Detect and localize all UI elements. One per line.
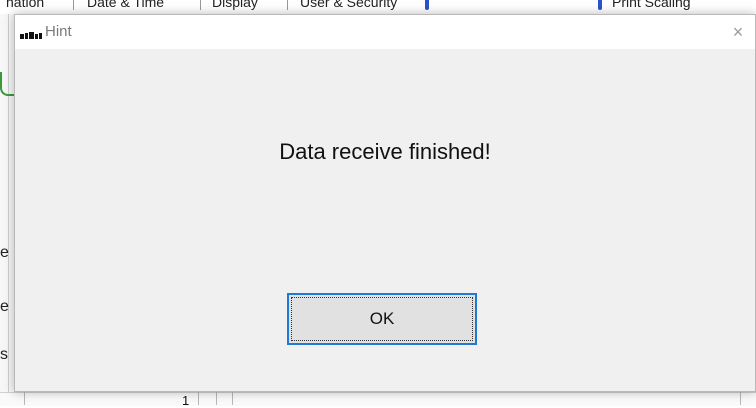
close-button[interactable]: × [721,15,755,49]
dialog-title: Hint [45,23,72,40]
ok-button-label: OK [369,309,395,328]
dialog-titlebar[interactable]: Hint × [15,15,755,49]
background-label-fragment: e [0,244,9,261]
close-icon: × [732,22,744,42]
background-chart-stroke [0,72,14,96]
background-tab[interactable]: Print Scaling [612,0,691,10]
accent-marker [425,0,429,10]
accent-marker [598,0,602,10]
app-logo-icon [20,27,42,39]
table-cell-border [740,392,741,405]
tab-separator [287,0,288,10]
dialog-message: Data receive finished! [279,139,491,164]
table-cell-border [216,392,217,405]
table-cell-border [232,392,233,405]
background-label-fragment: s [0,346,8,363]
table-cell-border [24,392,25,405]
background-label-fragment: e [0,298,9,315]
background-tab[interactable]: Display [212,0,258,10]
table-cell-border [198,392,199,405]
table-cell-value: 1 [182,393,190,408]
ok-button[interactable]: OK [287,293,477,345]
tab-separator [73,0,74,10]
background-tab-strip: nation Date & Time Display User & Securi… [0,0,756,14]
background-tab[interactable]: User & Security [300,0,397,10]
background-tab[interactable]: Date & Time [87,0,164,10]
background-table-row [0,392,756,406]
tab-separator [200,0,201,10]
background-tab[interactable]: nation [6,0,44,10]
hint-dialog: Hint × Data receive finished! OK [14,14,756,392]
